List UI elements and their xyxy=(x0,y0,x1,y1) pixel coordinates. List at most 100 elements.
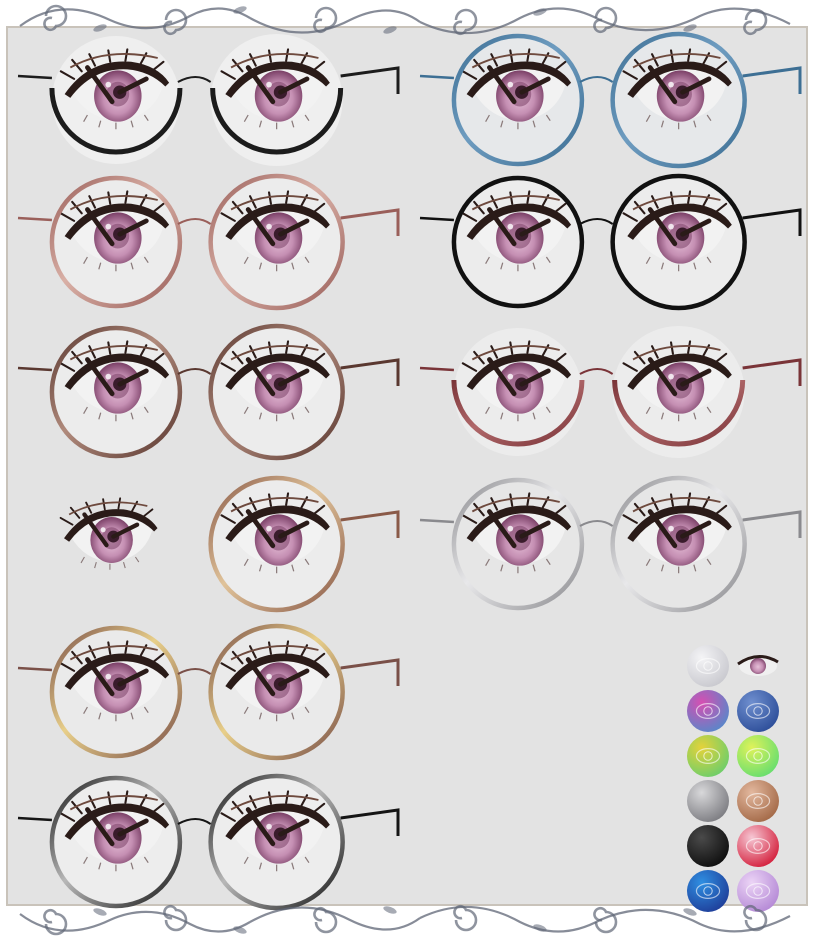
glasses-brown-round xyxy=(17,323,400,461)
flourish-leaf xyxy=(93,908,107,916)
eye-highlight xyxy=(668,81,674,88)
glasses-black-silver-round xyxy=(17,773,400,911)
flourish-swirl xyxy=(593,906,618,934)
eye-highlight xyxy=(266,373,272,380)
swatch-silver xyxy=(687,780,729,822)
eye-highlight xyxy=(507,81,514,88)
swatch-iris xyxy=(750,658,766,674)
eye-highlight xyxy=(105,373,112,380)
flourish-curve xyxy=(19,910,251,933)
left-temple xyxy=(419,216,454,222)
color-palette xyxy=(687,645,779,912)
swatch-red xyxy=(737,825,779,867)
eye-highlight xyxy=(105,823,112,830)
bridge xyxy=(177,218,212,225)
bridge xyxy=(177,818,212,825)
eye-highlight xyxy=(266,81,272,88)
eye-highlight xyxy=(100,527,106,533)
glasses-single-lens-gold xyxy=(59,475,400,613)
swatch-disc xyxy=(687,645,729,687)
right-temple xyxy=(742,510,802,538)
glasses-artwork xyxy=(17,4,802,936)
right-temple xyxy=(742,358,802,386)
bridge xyxy=(177,76,212,83)
swatch-eye-preview xyxy=(737,655,779,676)
swatch-disc xyxy=(687,735,729,777)
eye-highlight xyxy=(266,525,272,532)
eye-highlight xyxy=(105,81,112,88)
eye-highlight xyxy=(105,673,112,680)
eye-highlight xyxy=(668,223,674,230)
swatch-disc xyxy=(737,825,779,867)
right-temple xyxy=(340,658,400,686)
flourish-swirl xyxy=(453,8,478,36)
left-temple xyxy=(419,518,454,524)
left-temple xyxy=(17,74,52,80)
flourish-swirl xyxy=(593,6,618,34)
swatch-disc xyxy=(737,780,779,822)
eye-highlight xyxy=(507,223,514,230)
left-eye xyxy=(59,497,158,570)
swatch-disc xyxy=(737,735,779,777)
glasses-thin-black-round xyxy=(419,173,802,311)
flourish-leaf xyxy=(533,8,547,16)
flourish-leaf xyxy=(683,908,697,916)
flourish-leaf xyxy=(93,24,107,32)
left-temple xyxy=(17,366,52,372)
bridge xyxy=(579,368,614,375)
swatch-disc xyxy=(687,825,729,867)
swatch-azure xyxy=(687,870,729,912)
swatch-disc xyxy=(737,690,779,732)
bridge xyxy=(579,520,614,527)
right-temple xyxy=(340,358,400,386)
eye-highlight xyxy=(668,373,674,380)
swatch-copper xyxy=(737,780,779,822)
glasses-blue-round xyxy=(419,31,802,169)
flourish-leaf xyxy=(383,26,397,34)
bridge xyxy=(177,368,212,375)
swatch-magenta xyxy=(687,690,729,732)
swatch-clear xyxy=(687,645,729,687)
top-flourish xyxy=(19,4,791,36)
flourish-leaf xyxy=(683,24,697,32)
glasses-maroon-bottom-rim xyxy=(419,326,802,458)
eye-highlight xyxy=(266,823,272,830)
right-temple xyxy=(340,510,400,538)
swatch-disc xyxy=(687,690,729,732)
right-temple xyxy=(742,208,802,236)
right-temple xyxy=(340,66,400,94)
bridge xyxy=(177,668,212,675)
left-temple xyxy=(17,816,52,822)
left-temple xyxy=(419,366,454,372)
swatch-lime xyxy=(737,735,779,777)
eye-highlight xyxy=(507,525,514,532)
right-temple xyxy=(340,208,400,236)
swatch-rainbow xyxy=(687,735,729,777)
glasses-rose-gold-round xyxy=(17,173,400,311)
eye-highlight xyxy=(507,373,514,380)
swatch-disc xyxy=(687,870,729,912)
bridge xyxy=(579,218,614,225)
left-temple xyxy=(17,216,52,222)
eye-highlight xyxy=(668,525,674,532)
swatch-disc xyxy=(687,780,729,822)
right-temple xyxy=(340,808,400,836)
eye-highlight xyxy=(266,223,272,230)
flourish-curve xyxy=(19,7,251,30)
left-temple xyxy=(419,74,454,80)
glasses-silver-round xyxy=(419,475,802,613)
glasses-black-bottom-rim xyxy=(17,34,400,166)
right-temple xyxy=(742,66,802,94)
swatch-disc xyxy=(737,870,779,912)
bottom-flourish xyxy=(19,904,791,936)
swatch-blue xyxy=(737,690,779,732)
bridge xyxy=(579,76,614,83)
eye-highlight xyxy=(105,223,112,230)
swatch-lavender xyxy=(737,870,779,912)
flourish-swirl xyxy=(453,904,478,932)
eye-glasses-sheet xyxy=(0,0,814,940)
flourish-leaf xyxy=(383,906,397,914)
flourish-swirl xyxy=(743,8,768,36)
left-temple xyxy=(17,666,52,672)
swatch-black xyxy=(687,825,729,867)
